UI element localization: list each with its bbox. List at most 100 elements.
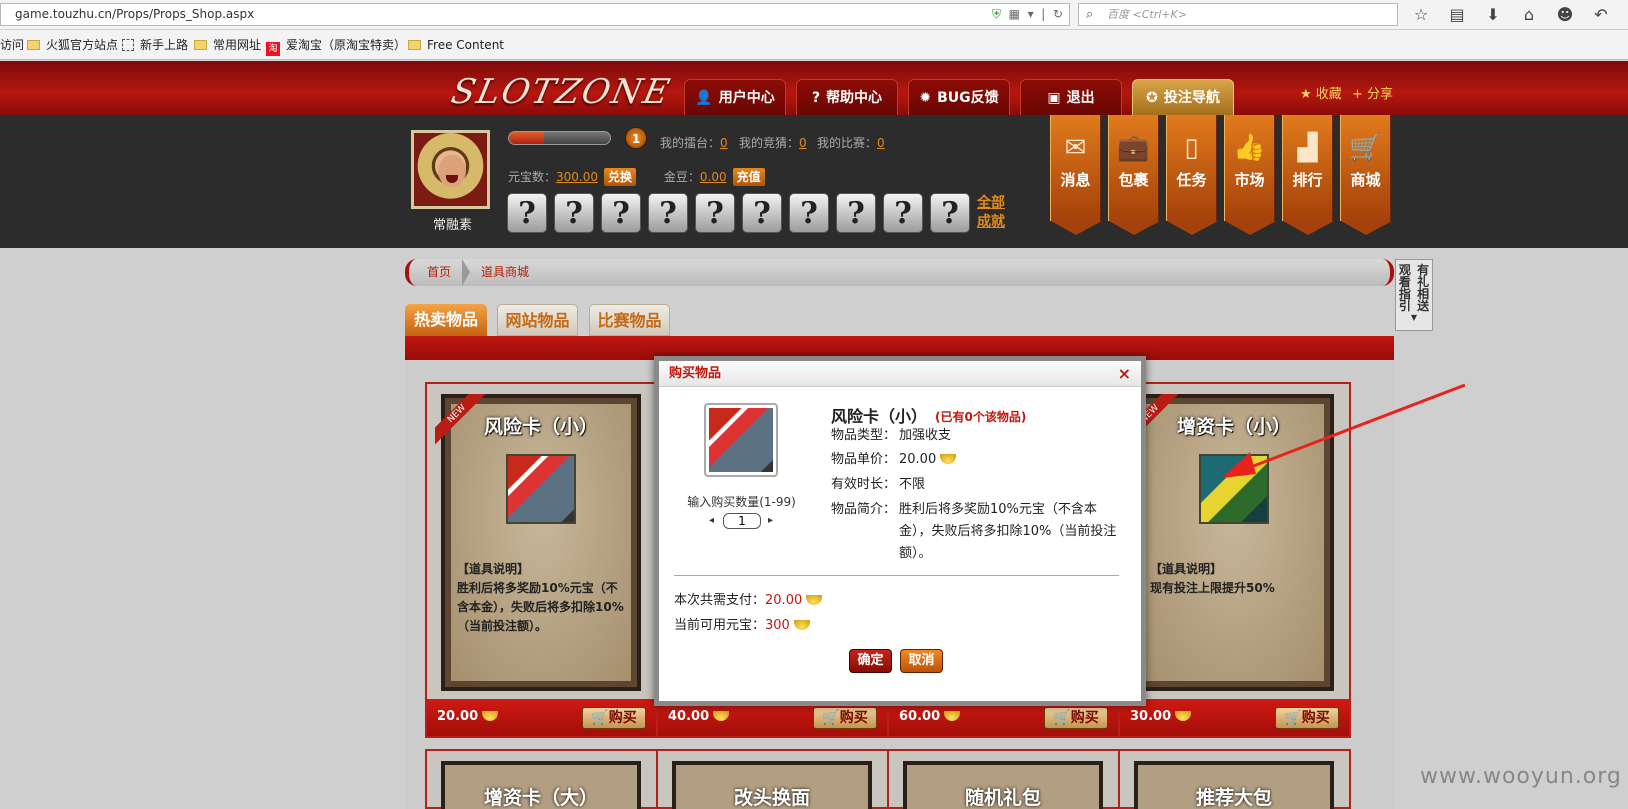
tab-match-items[interactable]: 比赛物品 <box>589 304 670 336</box>
item-card[interactable]: 增资卡（大） <box>425 749 658 809</box>
item-card[interactable]: NEW 增资卡（小） 【道具说明】 现有投注上限提升50% 30.00 🛒购买 <box>1118 382 1351 738</box>
buy-button[interactable]: 🛒购买 <box>1044 707 1108 729</box>
dialog-header: 购买物品 × <box>659 361 1141 387</box>
medal-locked[interactable]: ? <box>930 193 970 233</box>
podium-icon: ▟ <box>1297 133 1318 163</box>
medal-locked[interactable]: ? <box>695 193 735 233</box>
folder-icon <box>194 40 207 50</box>
shield-icon[interactable]: ⛨ <box>992 7 1001 21</box>
exchange-button[interactable]: 兑换 <box>604 168 637 186</box>
home-icon[interactable]: ⌂ <box>1518 3 1540 27</box>
search-icon: ⌕ <box>1086 7 1094 22</box>
my-arena-link[interactable]: 0 <box>720 136 728 150</box>
address-bar[interactable]: game.touzhu.cn/Props/Props_Shop.aspx ⛨ ▦… <box>0 3 1070 26</box>
quantity-input[interactable] <box>723 513 761 529</box>
jindou-value[interactable]: 0.00 <box>700 170 727 184</box>
decrement-icon[interactable]: ◂ <box>709 513 714 529</box>
briefcase-icon: 💼 <box>1117 133 1150 163</box>
share-link[interactable]: + 分享 <box>1352 83 1393 102</box>
nav-user-center[interactable]: 👤 用户中心 <box>684 79 786 115</box>
bookmarks-bar: 访问 火狐官方站点 新手上路 常用网址 淘爱淘宝（原淘宝特卖） Free Con… <box>0 30 1628 60</box>
nav-bug-report[interactable]: ✹ BUG反馈 <box>908 79 1010 115</box>
my-match-link[interactable]: 0 <box>877 136 885 150</box>
avatar[interactable] <box>411 130 490 209</box>
buy-button[interactable]: 🛒购买 <box>1275 707 1339 729</box>
sidetab-messages[interactable]: ✉ 消息 <box>1050 115 1102 235</box>
site-logo[interactable]: SLOTZONE <box>448 72 675 112</box>
sidetab-tasks[interactable]: ▯ 任务 <box>1166 115 1218 235</box>
sidetab-ranking[interactable]: ▟ 排行 <box>1282 115 1334 235</box>
browser-toolbar: game.touzhu.cn/Props/Props_Shop.aspx ⛨ ▦… <box>0 0 1628 30</box>
medal-locked[interactable]: ? <box>648 193 688 233</box>
bookmark-newbie[interactable]: 新手上路 <box>122 30 188 60</box>
card-title: 改头换面 <box>733 787 810 809</box>
medal-locked[interactable]: ? <box>836 193 876 233</box>
qr-icon[interactable]: ▦ <box>1009 7 1020 21</box>
battery-icon <box>1199 454 1269 524</box>
star-icon[interactable]: ☆ <box>1410 3 1432 27</box>
bookmark-visit[interactable]: 访问 <box>0 30 24 60</box>
recharge-button[interactable]: 充值 <box>732 168 765 186</box>
medal-locked[interactable]: ? <box>554 193 594 233</box>
guide-link[interactable]: 观看指引 <box>1398 264 1412 312</box>
favorite-link[interactable]: ★ 收藏 <box>1300 83 1342 102</box>
item-card[interactable]: NEW 风险卡（小） 【道具说明】 胜利后将多奖励10%元宝（不含本金），失败后… <box>425 382 658 738</box>
side-guide-panel[interactable]: 观看指引 有礼相送 ▼ <box>1395 259 1433 331</box>
gift-link[interactable]: 有礼相送 <box>1416 264 1430 312</box>
taobao-icon: 淘 <box>266 42 280 56</box>
my-guess-link[interactable]: 0 <box>799 136 807 150</box>
buy-button[interactable]: 🛒购买 <box>582 707 646 729</box>
bookmark-free-content[interactable]: Free Content <box>408 30 504 60</box>
yuanbao-value[interactable]: 300.00 <box>556 170 598 184</box>
download-icon[interactable]: ⬇ <box>1482 3 1504 27</box>
buy-button[interactable]: 🛒购买 <box>813 707 877 729</box>
bookmark-firefox[interactable]: 火狐官方站点 <box>27 30 118 60</box>
reading-list-icon[interactable]: ▤ <box>1446 3 1468 27</box>
medal-locked[interactable]: ? <box>601 193 641 233</box>
back-icon[interactable]: ↶ <box>1590 3 1612 27</box>
total-payment-row: 本次共需支付：20.00 <box>674 589 823 608</box>
breadcrumb-home[interactable]: 首页 <box>427 259 451 286</box>
my-match: 我的比赛：0 <box>817 136 885 150</box>
dialog-title: 购买物品 <box>669 366 722 381</box>
medal-locked[interactable]: ? <box>883 193 923 233</box>
medal-locked[interactable]: ? <box>789 193 829 233</box>
watermark: www.wooyun.org <box>1420 764 1622 789</box>
medal-locked[interactable]: ? <box>507 193 547 233</box>
item-card[interactable]: 随机礼包 <box>887 749 1120 809</box>
expand-icon[interactable]: ▼ <box>1396 312 1432 324</box>
item-card[interactable]: 推荐大包 <box>1118 749 1351 809</box>
nav-help-center[interactable]: ? 帮助中心 <box>796 79 898 115</box>
search-placeholder: 百度 <Ctrl+K> <box>1107 8 1187 21</box>
increment-icon[interactable]: ▸ <box>768 513 773 529</box>
card-desc-heading: 【道具说明】 <box>1150 562 1223 576</box>
tab-site-items[interactable]: 网站物品 <box>497 304 578 336</box>
reload-icon[interactable]: ↻ <box>1053 7 1063 21</box>
tab-hot-items[interactable]: 热卖物品 <box>405 304 487 336</box>
card-price: 60.00 <box>899 709 961 724</box>
medal-locked[interactable]: ? <box>742 193 782 233</box>
nav-logout[interactable]: ▣ 退出 <box>1020 79 1122 115</box>
bookmark-common[interactable]: 常用网址 <box>194 30 261 60</box>
card-title: 风险卡（小） <box>483 416 598 438</box>
dropdown-icon[interactable]: ▾ <box>1028 7 1034 21</box>
breadcrumb-separator <box>462 259 470 286</box>
compass-icon: ✪ <box>1146 90 1158 106</box>
nav-betting-guide[interactable]: ✪ 投注导航 <box>1132 79 1234 115</box>
close-icon[interactable]: × <box>1118 361 1131 387</box>
browser-toolbar-icons: ☆ ▤ ⬇ ⌂ ☻ ↶ ≡ <box>1410 3 1628 27</box>
item-card[interactable]: 改头换面 <box>656 749 889 809</box>
breadcrumb-current[interactable]: 道具商城 <box>481 259 529 286</box>
sidetab-shop[interactable]: 🛒 商城 <box>1340 115 1392 235</box>
url-text: game.touzhu.cn/Props/Props_Shop.aspx <box>15 7 255 21</box>
chat-icon[interactable]: ☻ <box>1554 3 1576 27</box>
envelope-icon: ✉ <box>1064 133 1087 163</box>
cancel-button[interactable]: 取消 <box>900 649 943 673</box>
all-achievements-link[interactable]: 全部 成就 <box>977 194 1007 232</box>
sidetab-bag[interactable]: 💼 包裹 <box>1108 115 1160 235</box>
confirm-button[interactable]: 确定 <box>849 649 892 673</box>
sidetab-market[interactable]: 👍 市场 <box>1224 115 1276 235</box>
search-input[interactable]: ⌕ 百度 <Ctrl+K> <box>1078 3 1398 26</box>
bookmark-taobao[interactable]: 淘爱淘宝（原淘宝特卖） <box>266 30 406 60</box>
site-header: SLOTZONE 👤 用户中心 ? 帮助中心 ✹ BUG反馈 ▣ 退出 ✪ 投注导航 ★ … <box>0 61 1628 115</box>
